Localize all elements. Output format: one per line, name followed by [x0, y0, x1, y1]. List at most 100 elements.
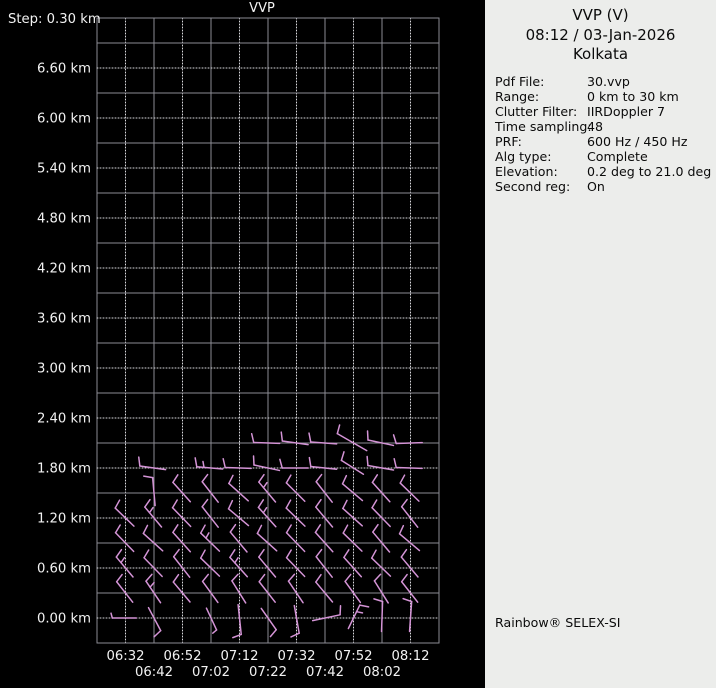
wind-barb-tick — [315, 473, 323, 483]
wind-barb-tick — [279, 458, 283, 469]
wind-barb-shaft — [199, 532, 221, 552]
wind-barb-shaft — [253, 464, 281, 472]
wind-barb-shaft — [344, 580, 362, 604]
wind-barb-shaft — [114, 531, 135, 553]
wind-barb-tick — [171, 499, 178, 509]
wind-barb-shaft — [142, 532, 164, 552]
wind-barb-shaft — [256, 532, 278, 552]
wind-barb-tick — [201, 498, 209, 508]
parameter-row: Alg type: Complete — [495, 149, 716, 164]
wind-barb-tick — [280, 431, 284, 442]
parameter-row: Range: 0 km to 30 km — [495, 89, 716, 104]
wind-barb-tick — [314, 524, 322, 534]
wind-barb-tick — [315, 548, 323, 558]
wind-barb-tick — [373, 598, 384, 603]
wind-barb-tick — [172, 573, 180, 583]
parameter-label: Elevation: — [495, 163, 558, 179]
wind-barb-tick — [258, 548, 265, 558]
parameter-label: Second reg: — [495, 178, 571, 194]
wind-barb-shaft — [229, 556, 249, 578]
parameter-label: Clutter Filter: — [495, 103, 578, 119]
wind-barb-shaft — [201, 505, 219, 528]
wind-barb-shaft — [408, 600, 413, 633]
product-title: VVP (V) — [572, 6, 629, 24]
wind-barb-shaft — [340, 459, 365, 475]
wind-barb-tick — [120, 556, 126, 564]
wind-barb-shaft — [395, 441, 423, 445]
wind-barb-shaft — [336, 432, 368, 452]
y-axis-label: 4.20 km — [37, 262, 91, 277]
wind-barb-tick — [143, 549, 150, 559]
wind-barb-tick — [137, 456, 141, 467]
wind-barb-tick — [257, 499, 265, 509]
y-axis-label: 4.80 km — [37, 212, 91, 227]
parameter-value: 0.2 deg to 21.0 deg — [587, 163, 712, 179]
wind-barb-tick — [114, 499, 121, 509]
wind-barb-shaft — [172, 531, 192, 553]
x-axis-label-row1: 08:12 — [391, 649, 429, 664]
wind-barb-tick — [340, 451, 345, 462]
wind-barb-shaft — [115, 556, 134, 578]
product-parameter-list: Pdf File: 30.vvp Range: 0 km to 30 km Clutte… — [485, 74, 716, 194]
wind-barb-shaft — [343, 556, 363, 578]
wind-barb-shaft — [258, 580, 276, 603]
wind-barb-shaft — [285, 531, 306, 553]
wind-barb-shaft — [199, 557, 221, 577]
wind-barb-shaft — [258, 481, 277, 503]
y-axis-label: 3.60 km — [37, 312, 91, 327]
wind-barb-tick — [400, 548, 408, 558]
wind-barb-tick — [373, 573, 382, 582]
wind-barb-tick — [114, 524, 121, 534]
wind-barb-tick — [229, 549, 236, 559]
wind-barb-shaft — [227, 508, 250, 527]
wind-barb-tick — [285, 474, 292, 484]
wind-barb-tick — [153, 629, 162, 638]
x-axis-label-row1: 06:32 — [106, 649, 144, 664]
x-axis-label-row2: 06:42 — [135, 665, 173, 680]
wind-barb-shaft — [147, 606, 162, 632]
wind-barb-shaft — [257, 506, 277, 528]
wind-barb-shaft — [252, 441, 281, 445]
wind-barb-tick — [256, 524, 263, 535]
wind-barb-shaft — [115, 580, 134, 603]
y-axis-label: 6.00 km — [37, 112, 91, 127]
wind-barb-shaft — [228, 482, 249, 502]
wind-barb-tick — [366, 455, 369, 467]
wind-barb-tick — [342, 524, 349, 534]
wind-barb-tick — [285, 549, 292, 559]
wind-barb-tick — [355, 610, 364, 614]
wind-barb-shaft — [371, 481, 391, 503]
y-axis-label: 2.40 km — [37, 412, 91, 427]
wind-barb-shaft — [171, 506, 192, 528]
wind-barb-shaft — [172, 555, 191, 578]
wind-barb-tick — [229, 523, 237, 533]
wind-barb-tick — [371, 499, 378, 509]
wind-barb-tick — [115, 548, 123, 558]
wind-barb-shaft — [258, 556, 277, 578]
wind-barb-tick — [201, 473, 209, 483]
y-axis-label: 6.60 km — [37, 62, 91, 77]
wind-barb-shaft — [367, 464, 395, 471]
wind-barb-tick — [285, 524, 292, 534]
wind-barb-shaft — [315, 555, 333, 578]
wind-barb-tick — [144, 498, 151, 508]
wind-barb-tick — [308, 456, 312, 468]
wind-barb-tick — [258, 473, 265, 483]
wind-barb-tick — [308, 432, 312, 443]
wind-barb-shaft — [314, 531, 334, 553]
wind-barb-shaft — [315, 480, 333, 503]
wind-barb-tick — [211, 629, 218, 634]
wind-barb-shaft — [342, 532, 363, 552]
wind-barb-tick — [343, 549, 350, 559]
x-axis-label-row2: 07:22 — [249, 665, 287, 680]
wind-barb-shaft — [400, 505, 419, 528]
wind-barb-shaft — [400, 556, 419, 578]
wind-barb-tick — [201, 573, 210, 583]
plot-axes: 6.60 km 6.00 km 5.40 km 4.80 km 4.20 km 3.60 … — [37, 62, 430, 681]
wind-barb-shaft — [342, 507, 363, 527]
y-axis-label: 3.00 km — [37, 362, 91, 377]
wind-barb-tick — [290, 632, 300, 638]
wind-barb-tick — [194, 457, 198, 468]
step-label: Step: 0.30 km — [8, 12, 101, 27]
parameter-value: 48 — [587, 118, 604, 134]
